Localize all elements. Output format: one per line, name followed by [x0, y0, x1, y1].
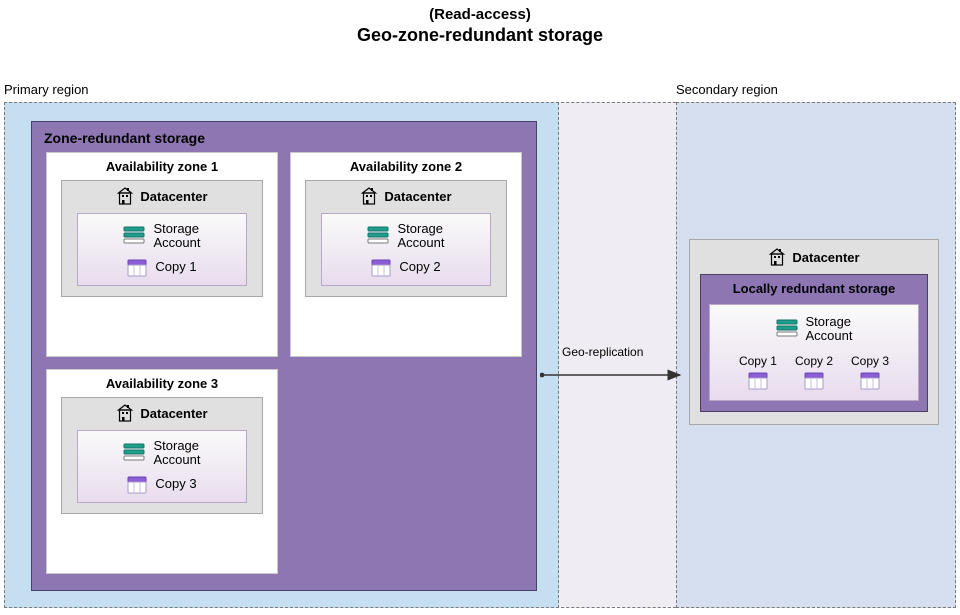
- copy-icon: [127, 476, 147, 494]
- az1-storage-card: Storage Account Copy 1: [77, 213, 247, 286]
- datacenter-icon: [360, 187, 378, 205]
- az3-copy-label: Copy 3: [155, 477, 196, 491]
- storage-account-icon: [367, 226, 389, 246]
- availability-zone-2: Availability zone 2 Datacenter Storage A…: [290, 152, 522, 357]
- az3-title: Availability zone 3: [106, 376, 218, 391]
- az2-datacenter: Datacenter Storage Account Copy 2: [305, 180, 507, 297]
- title-super: (Read-access): [0, 6, 960, 23]
- az2-storage-card: Storage Account Copy 2: [321, 213, 491, 286]
- geo-replication-label: Geo-replication: [562, 345, 643, 359]
- az1-title: Availability zone 1: [106, 159, 218, 174]
- az3-datacenter: Datacenter Storage Account Copy 3: [61, 397, 263, 514]
- title-main: Geo-zone-redundant storage: [0, 25, 960, 46]
- primary-region-label: Primary region: [4, 82, 89, 97]
- primary-region: Zone-redundant storage Availability zone…: [4, 102, 559, 608]
- availability-zone-3: Availability zone 3 Datacenter Storage A…: [46, 369, 278, 574]
- secondary-region: Datacenter Locally redundant storage Sto…: [676, 102, 956, 608]
- storage-account-icon: [123, 443, 145, 463]
- copy-icon: [127, 259, 147, 277]
- zone-redundant-storage-box: Zone-redundant storage Availability zone…: [31, 121, 537, 591]
- secondary-copy-3: Copy 3: [851, 354, 889, 390]
- locally-redundant-storage-box: Locally redundant storage Storage Accoun…: [700, 274, 928, 412]
- az1-datacenter: Datacenter Storage Account Copy 1: [61, 180, 263, 297]
- datacenter-label: Datacenter: [792, 250, 859, 265]
- lrs-title: Locally redundant storage: [709, 281, 919, 296]
- datacenter-icon: [768, 248, 786, 266]
- datacenter-label: Datacenter: [384, 189, 451, 204]
- datacenter-label: Datacenter: [140, 406, 207, 421]
- storage-account-label: Storage Account: [397, 222, 444, 251]
- copy-label: Copy 2: [795, 354, 833, 368]
- secondary-datacenter: Datacenter Locally redundant storage Sto…: [689, 239, 939, 425]
- copy-label: Copy 3: [851, 354, 889, 368]
- az2-copy-label: Copy 2: [399, 260, 440, 274]
- copy-icon: [860, 372, 880, 390]
- secondary-region-label: Secondary region: [676, 82, 778, 97]
- geo-replication-arrow: [540, 360, 690, 390]
- datacenter-icon: [116, 187, 134, 205]
- datacenter-label: Datacenter: [140, 189, 207, 204]
- copy-label: Copy 1: [739, 354, 777, 368]
- copy-icon: [748, 372, 768, 390]
- copy-icon: [804, 372, 824, 390]
- storage-account-icon: [776, 319, 798, 339]
- storage-account-label: Storage Account: [153, 222, 200, 251]
- az2-title: Availability zone 2: [350, 159, 462, 174]
- az1-copy-label: Copy 1: [155, 260, 196, 274]
- diagram-title: (Read-access) Geo-zone-redundant storage: [0, 0, 960, 46]
- secondary-copy-2: Copy 2: [795, 354, 833, 390]
- copy-icon: [371, 259, 391, 277]
- lrs-storage-card: Storage Account Copy 1 Copy 2 Copy 3: [709, 304, 919, 401]
- storage-account-icon: [123, 226, 145, 246]
- storage-account-label: Storage Account: [153, 439, 200, 468]
- datacenter-icon: [116, 404, 134, 422]
- secondary-copy-1: Copy 1: [739, 354, 777, 390]
- zrs-title: Zone-redundant storage: [32, 122, 536, 152]
- az3-storage-card: Storage Account Copy 3: [77, 430, 247, 503]
- availability-zone-1: Availability zone 1 Datacenter Storage A…: [46, 152, 278, 357]
- storage-account-label: Storage Account: [806, 315, 853, 344]
